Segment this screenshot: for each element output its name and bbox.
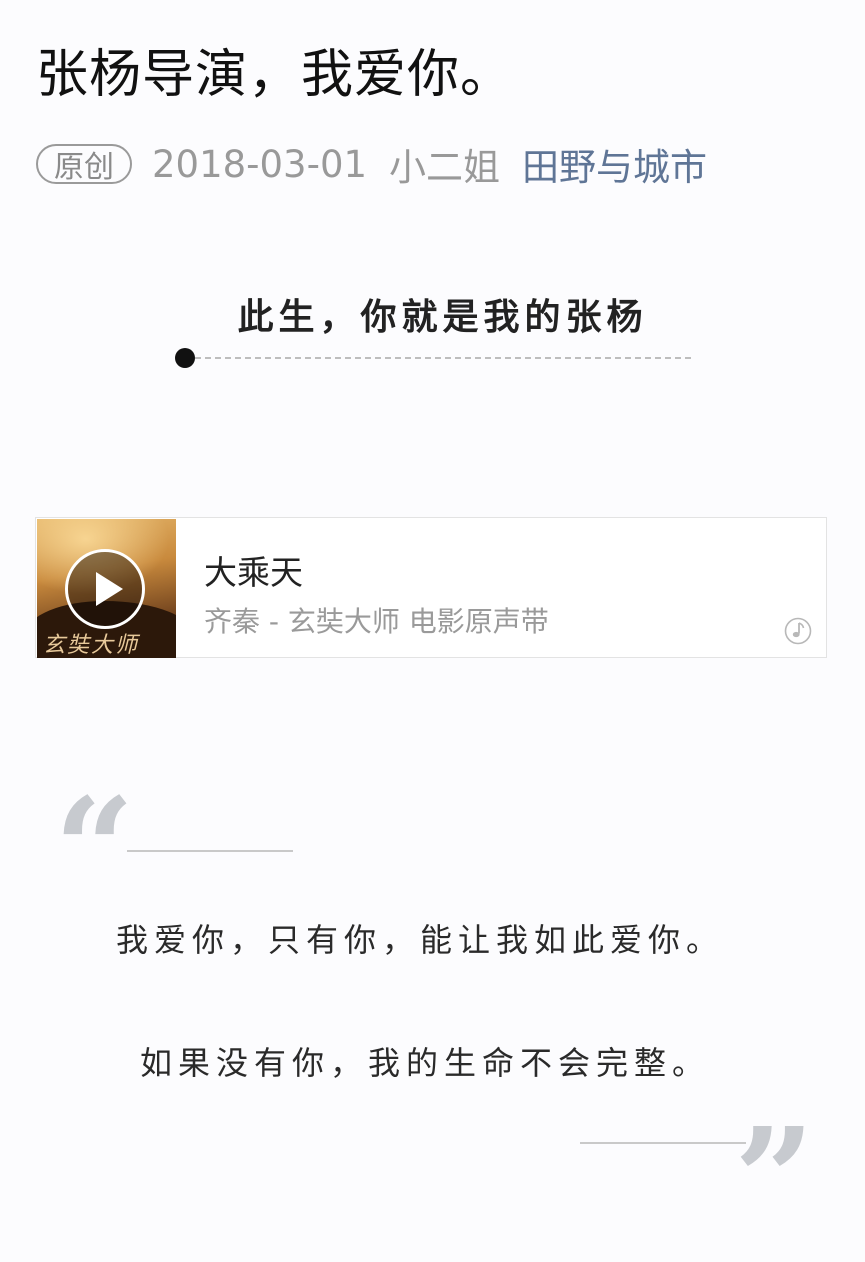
quote-line: 我爱你，只有你，能让我如此爱你。 [115, 921, 724, 959]
music-player-card[interactable]: 玄奘大师 大乘天 齐秦 - 玄奘大师 电影原声带 [35, 517, 827, 658]
account-link[interactable]: 田野与城市 [522, 137, 707, 191]
quote-bottom-divider [580, 1142, 746, 1144]
quote-line: 如果没有你，我的生命不会完整。 [139, 1044, 710, 1082]
original-badge: 原创 [36, 144, 132, 185]
open-quote-icon: “ [54, 768, 135, 932]
author-name: 小二姐 [389, 146, 501, 189]
heading-dashed-divider [195, 357, 691, 359]
music-note-logo-icon [784, 617, 812, 645]
article-page: 张杨导演，我爱你。 原创 2018-03-01 小二姐 田野与城市 此生，你就是… [0, 0, 865, 1262]
song-title: 大乘天 [204, 553, 303, 592]
close-quote-icon: ” [734, 1098, 815, 1262]
play-button[interactable] [65, 549, 145, 629]
album-cover: 玄奘大师 [37, 519, 176, 658]
heading-dot-decoration [175, 348, 195, 368]
quote-block: “ 我爱你，只有你，能让我如此爱你。 如果没有你，我的生命不会完整。 ” [40, 760, 830, 1262]
publish-date: 2018-03-01 [152, 142, 368, 186]
play-icon [96, 572, 123, 606]
song-artist-album: 齐秦 - 玄奘大师 电影原声带 [204, 605, 549, 638]
album-cover-text: 玄奘大师 [43, 633, 140, 658]
article-meta: 原创 2018-03-01 小二姐 田野与城市 [36, 137, 707, 191]
article-title: 张杨导演，我爱你。 [36, 45, 514, 105]
quote-top-divider [127, 850, 293, 852]
section-heading: 此生，你就是我的张杨 [237, 297, 648, 338]
